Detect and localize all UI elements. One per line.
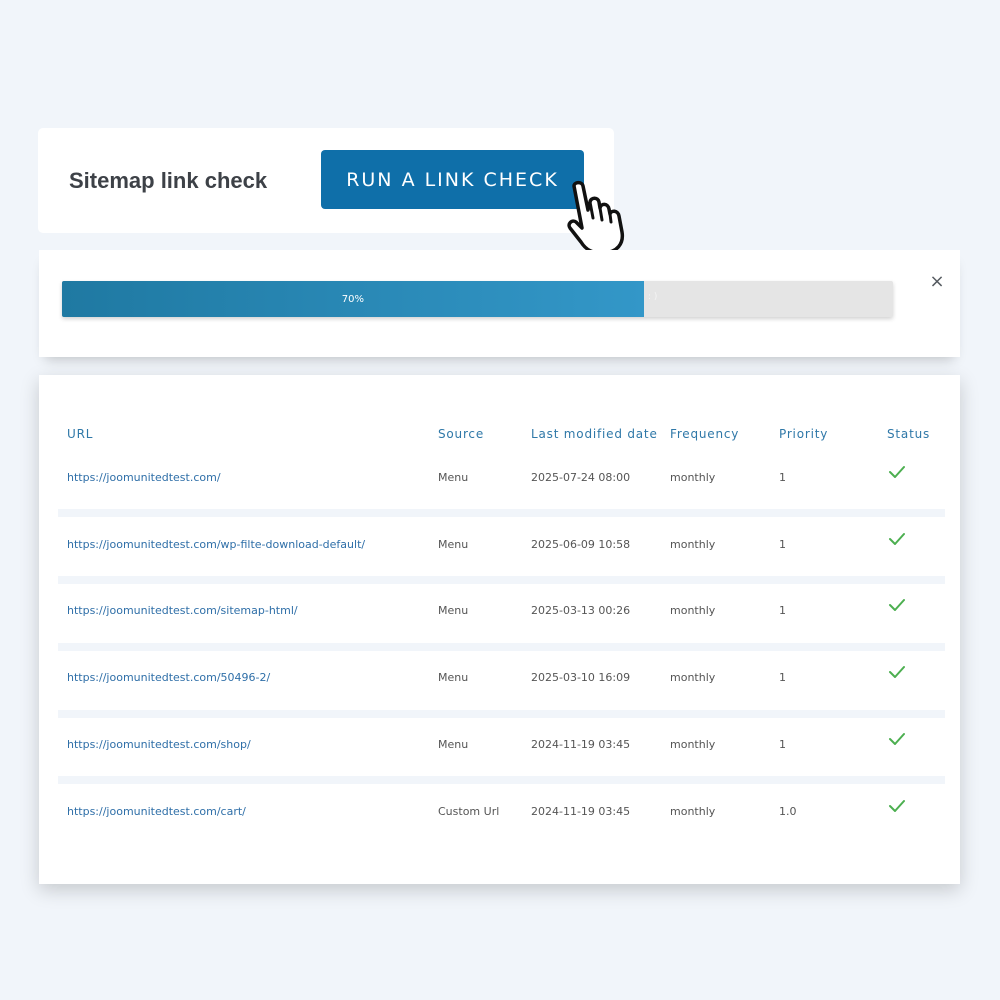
checkmark-icon <box>889 666 905 678</box>
row-last-modified: 2025-03-13 00:26 <box>531 604 631 617</box>
run-link-check-button[interactable]: RUN A LINK CHECK <box>321 150 584 209</box>
row-url-link[interactable]: https://joomunitedtest.com/sitemap-html/ <box>67 604 298 617</box>
row-divider <box>58 509 945 517</box>
column-header-status[interactable]: Status <box>887 427 930 441</box>
column-header-frequency[interactable]: Frequency <box>670 427 739 441</box>
row-source: Menu <box>438 538 469 551</box>
checkmark-icon <box>889 466 905 478</box>
row-priority: 1 <box>779 538 786 551</box>
row-frequency: monthly <box>670 671 716 684</box>
row-frequency: monthly <box>670 805 716 818</box>
row-source: Menu <box>438 471 469 484</box>
link-results-table: URL Source Last modified date Frequency … <box>39 375 960 884</box>
hand-pointer-icon <box>567 180 625 255</box>
row-frequency: monthly <box>670 604 716 617</box>
section-title: Sitemap link check <box>69 168 268 193</box>
column-header-url[interactable]: URL <box>67 427 93 441</box>
row-source: Menu <box>438 671 469 684</box>
row-last-modified: 2024-11-19 03:45 <box>531 805 631 818</box>
row-priority: 1 <box>779 471 786 484</box>
row-frequency: monthly <box>670 538 716 551</box>
table-row: https://joomunitedtest.com/wp-filte-down… <box>39 533 960 596</box>
row-priority: 1.0 <box>779 805 797 818</box>
progress-bar: 70% : ) <box>62 281 893 317</box>
row-url-link[interactable]: https://joomunitedtest.com/shop/ <box>67 738 251 751</box>
table-row: https://joomunitedtest.com/sitemap-html/… <box>39 599 960 662</box>
row-divider <box>58 576 945 584</box>
row-priority: 1 <box>779 738 786 751</box>
column-header-source[interactable]: Source <box>438 427 484 441</box>
row-url-link[interactable]: https://joomunitedtest.com/wp-filte-down… <box>67 538 365 551</box>
row-frequency: monthly <box>670 471 716 484</box>
progress-trailing-text: : ) <box>648 292 658 302</box>
close-icon: × <box>929 271 945 292</box>
row-divider <box>58 710 945 718</box>
progress-percent-label: 70% <box>341 293 364 305</box>
row-last-modified: 2025-06-09 10:58 <box>531 538 631 551</box>
table-row: https://joomunitedtest.com/50496-2/ Menu… <box>39 666 960 729</box>
close-progress-button[interactable]: × <box>929 272 945 292</box>
progress-card: 70% : ) × <box>39 250 960 357</box>
row-divider <box>58 776 945 784</box>
column-header-priority[interactable]: Priority <box>779 427 828 441</box>
table-row: https://joomunitedtest.com/ Menu 2025-07… <box>39 466 960 529</box>
checkmark-icon <box>889 800 905 812</box>
table-header: URL Source Last modified date Frequency … <box>39 427 960 445</box>
table-row: https://joomunitedtest.com/shop/ Menu 20… <box>39 733 960 796</box>
table-row: https://joomunitedtest.com/cart/ Custom … <box>39 800 960 863</box>
progress-bar-fill: 70% <box>62 281 644 317</box>
row-priority: 1 <box>779 604 786 617</box>
row-last-modified: 2024-11-19 03:45 <box>531 738 631 751</box>
column-header-last-modified[interactable]: Last modified date <box>531 427 658 441</box>
row-last-modified: 2025-07-24 08:00 <box>531 471 631 484</box>
checkmark-icon <box>889 533 905 545</box>
row-frequency: monthly <box>670 738 716 751</box>
row-source: Menu <box>438 604 469 617</box>
checkmark-icon <box>889 733 905 745</box>
row-divider <box>58 643 945 651</box>
row-url-link[interactable]: https://joomunitedtest.com/50496-2/ <box>67 671 270 684</box>
link-check-header-card: Sitemap link check RUN A LINK CHECK <box>38 128 614 233</box>
row-url-link[interactable]: https://joomunitedtest.com/ <box>67 471 221 484</box>
row-source: Custom Url <box>438 805 500 818</box>
checkmark-icon <box>889 599 905 611</box>
row-last-modified: 2025-03-10 16:09 <box>531 671 631 684</box>
row-url-link[interactable]: https://joomunitedtest.com/cart/ <box>67 805 246 818</box>
row-priority: 1 <box>779 671 786 684</box>
row-source: Menu <box>438 738 469 751</box>
